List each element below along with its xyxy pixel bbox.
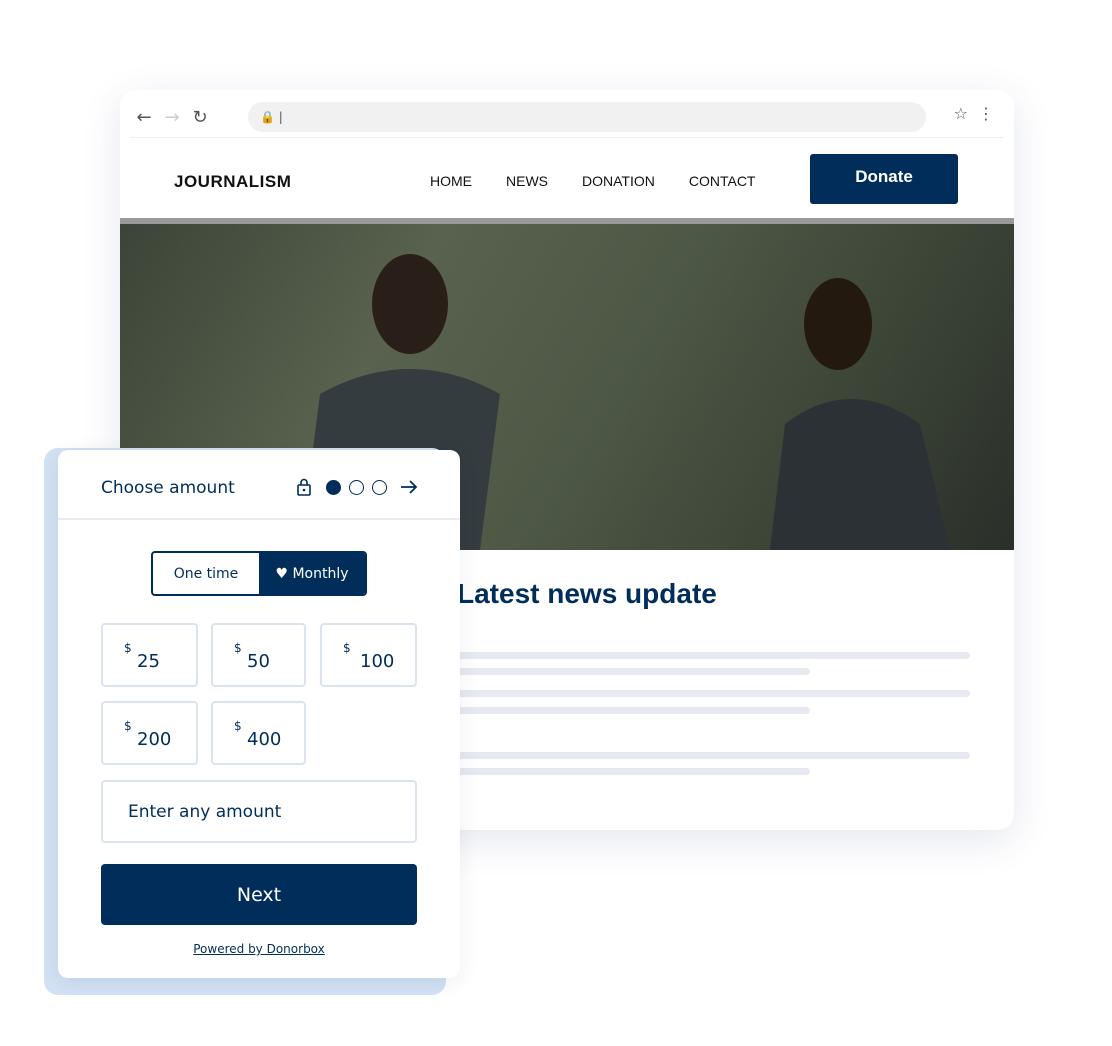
forward-arrow-icon[interactable]: → [158, 107, 186, 128]
step-dot-1-active [326, 479, 341, 495]
kebab-menu-icon[interactable]: ⋮ [978, 104, 994, 123]
monthly-label: Monthly [292, 565, 349, 582]
next-button[interactable]: Next [101, 864, 417, 925]
step-indicator [296, 478, 419, 496]
amount-value: 100 [360, 651, 395, 672]
address-bar[interactable]: 🔒 | [248, 102, 926, 132]
currency-symbol: $ [234, 719, 242, 733]
nav-contact[interactable]: CONTACT [689, 173, 756, 189]
lock-icon [297, 478, 311, 496]
site-logo[interactable]: JOURNALISM [174, 172, 291, 192]
one-time-label: One time [173, 565, 239, 582]
powered-by-link[interactable]: Powered by Donorbox [58, 942, 460, 956]
step-dot-3 [372, 479, 387, 495]
amount-option-200[interactable]: $200 [101, 701, 198, 765]
text-placeholder-line [457, 652, 970, 659]
monthly-option[interactable]: ♥ Monthly [259, 553, 365, 594]
frequency-toggle: One time ♥ Monthly [151, 551, 367, 596]
step-dot-2 [349, 479, 364, 495]
amount-option-50[interactable]: $50 [211, 623, 306, 687]
currency-symbol: $ [343, 641, 351, 655]
widget-title: Choose amount [101, 478, 235, 498]
browser-toolbar: ← → ↻ 🔒 | ☆ ⋮ [130, 98, 1004, 138]
text-placeholder-line [457, 690, 970, 697]
text-placeholder-line [457, 668, 810, 675]
custom-amount-input[interactable] [101, 780, 417, 843]
widget-header: Choose amount [58, 450, 460, 520]
one-time-option[interactable]: One time [153, 553, 259, 594]
donation-widget: Choose amount One time ♥ Monthly $25 $50… [58, 450, 460, 978]
article-headline: Latest news update [457, 578, 717, 609]
arrow-right-icon[interactable] [399, 479, 419, 495]
amount-option-100[interactable]: $100 [320, 623, 417, 687]
lock-icon: 🔒 [260, 110, 275, 124]
text-placeholder-line [457, 707, 810, 714]
back-arrow-icon[interactable]: ← [130, 107, 158, 128]
star-icon[interactable]: ☆ [954, 104, 968, 123]
currency-symbol: $ [124, 719, 132, 733]
text-placeholder-line [457, 752, 970, 759]
currency-symbol: $ [124, 641, 132, 655]
currency-symbol: $ [234, 641, 242, 655]
amount-option-25[interactable]: $25 [101, 623, 198, 687]
nav-home[interactable]: HOME [430, 173, 472, 189]
heart-icon: ♥ [275, 565, 293, 582]
reload-icon[interactable]: ↻ [186, 107, 214, 128]
amount-value: 25 [137, 651, 160, 672]
amount-option-400[interactable]: $400 [211, 701, 306, 765]
amount-value: 200 [137, 729, 172, 750]
donate-button[interactable]: Donate [810, 154, 958, 204]
amount-value: 400 [247, 729, 282, 750]
nav-donation[interactable]: DONATION [582, 173, 655, 189]
site-header: JOURNALISM HOME NEWS DONATION CONTACT Do… [120, 140, 1014, 218]
amount-value: 50 [247, 651, 270, 672]
nav-news[interactable]: NEWS [506, 173, 548, 189]
text-placeholder-line [457, 768, 810, 775]
